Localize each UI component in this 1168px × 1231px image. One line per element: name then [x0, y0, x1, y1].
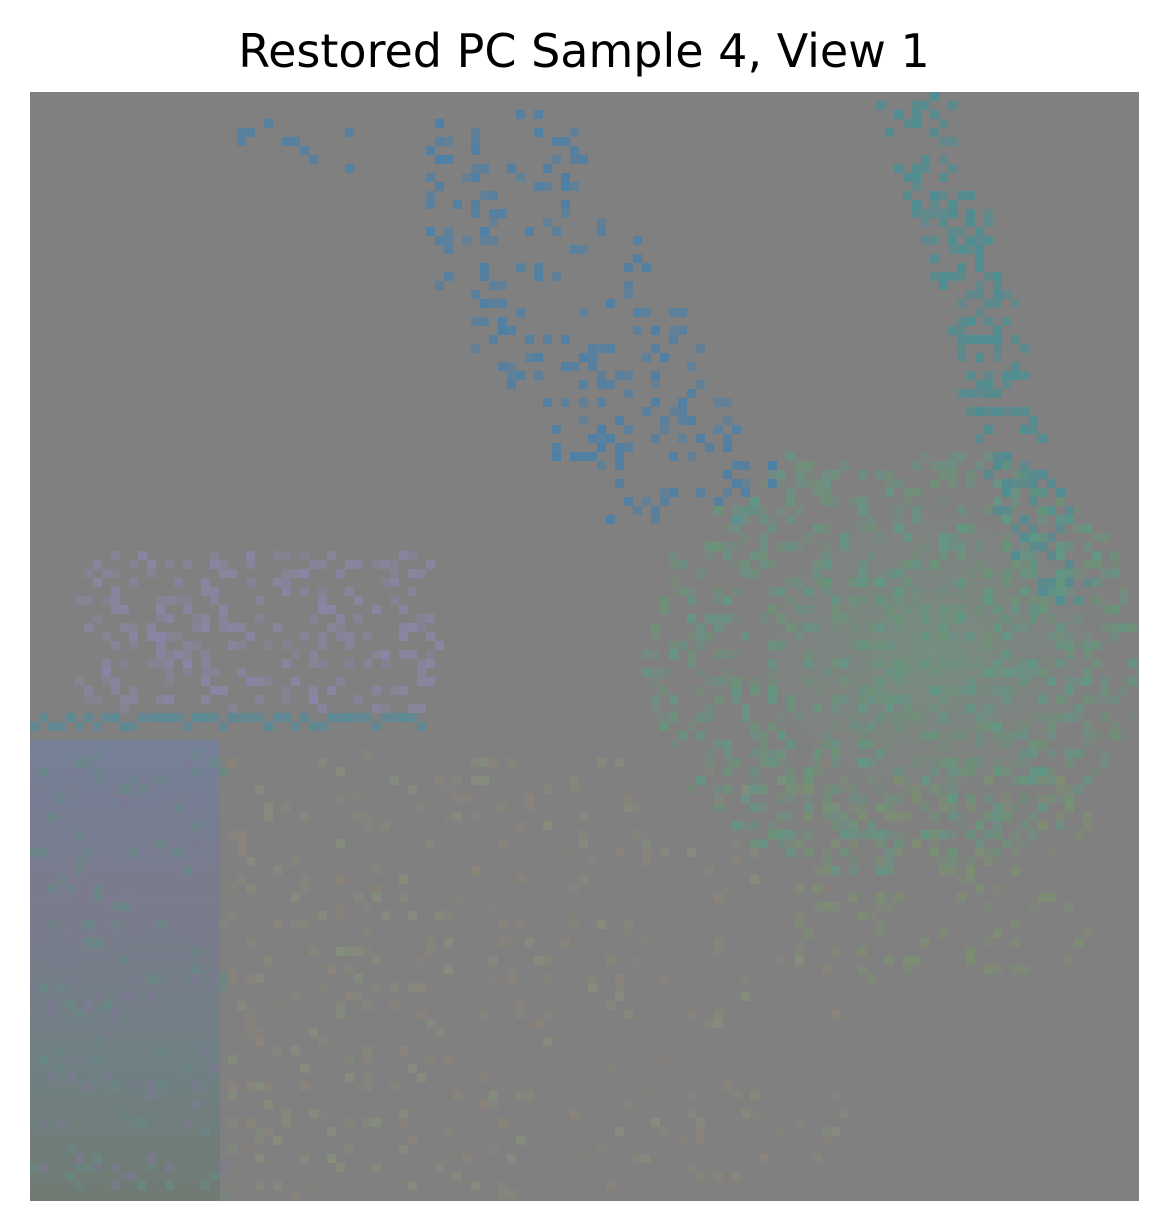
figure-title: Restored PC Sample 4, View 1 [238, 24, 930, 78]
point-cloud-render [30, 92, 1139, 1201]
point-cloud-image [30, 92, 1139, 1201]
